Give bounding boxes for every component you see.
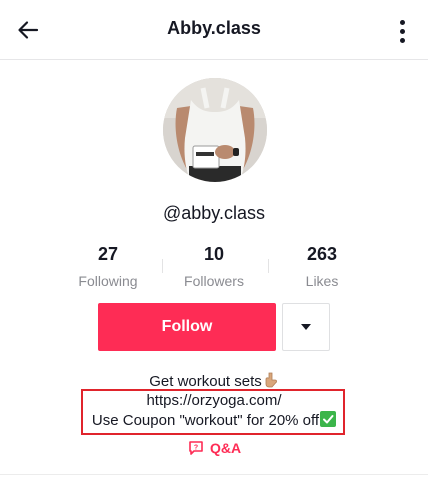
profile-handle: @abby.class xyxy=(163,203,265,223)
stat-followers[interactable]: 10 Followers xyxy=(164,243,264,291)
bio-line: Use Coupon "workout" for 20% off xyxy=(0,411,428,431)
stat-label: Followers xyxy=(184,273,244,289)
profile-stats: 27 Following 10 Followers 263 Likes xyxy=(54,243,374,289)
bio-link[interactable]: https://orzyoga.com/ xyxy=(0,391,428,411)
svg-text:?: ? xyxy=(194,445,198,452)
stat-divider xyxy=(268,259,269,273)
stat-likes[interactable]: 263 Likes xyxy=(272,243,372,291)
question-bubble-icon: ? xyxy=(189,441,203,455)
bio-text: Get workout sets xyxy=(149,373,262,390)
follow-button[interactable]: Follow xyxy=(98,303,276,351)
suggested-accounts-button[interactable] xyxy=(282,303,330,351)
stat-label: Likes xyxy=(305,273,339,289)
pointing-down-hand-icon xyxy=(265,372,277,388)
stat-following[interactable]: 27 Following xyxy=(58,243,158,291)
bio-link-text: https://orzyoga.com/ xyxy=(146,392,282,409)
qa-label: Q&A xyxy=(210,440,242,456)
avatar[interactable] xyxy=(163,78,267,182)
more-options-button[interactable] xyxy=(390,14,414,48)
top-bar: Abby.class xyxy=(0,0,428,60)
check-mark-icon xyxy=(320,411,337,427)
stat-value: 10 xyxy=(203,244,225,264)
page-title: Abby.class xyxy=(167,18,261,38)
stat-value: 263 xyxy=(306,244,338,264)
stat-divider xyxy=(162,259,163,273)
stat-value: 27 xyxy=(97,244,119,264)
stat-label: Following xyxy=(78,273,138,289)
bio-text: Use Coupon "workout" for 20% off xyxy=(91,412,320,429)
qa-link[interactable]: ? Q&A xyxy=(188,438,241,458)
avatar-photo xyxy=(163,78,267,182)
caret-down-icon xyxy=(301,324,311,330)
section-divider xyxy=(0,474,428,475)
more-vertical-icon xyxy=(399,19,405,25)
